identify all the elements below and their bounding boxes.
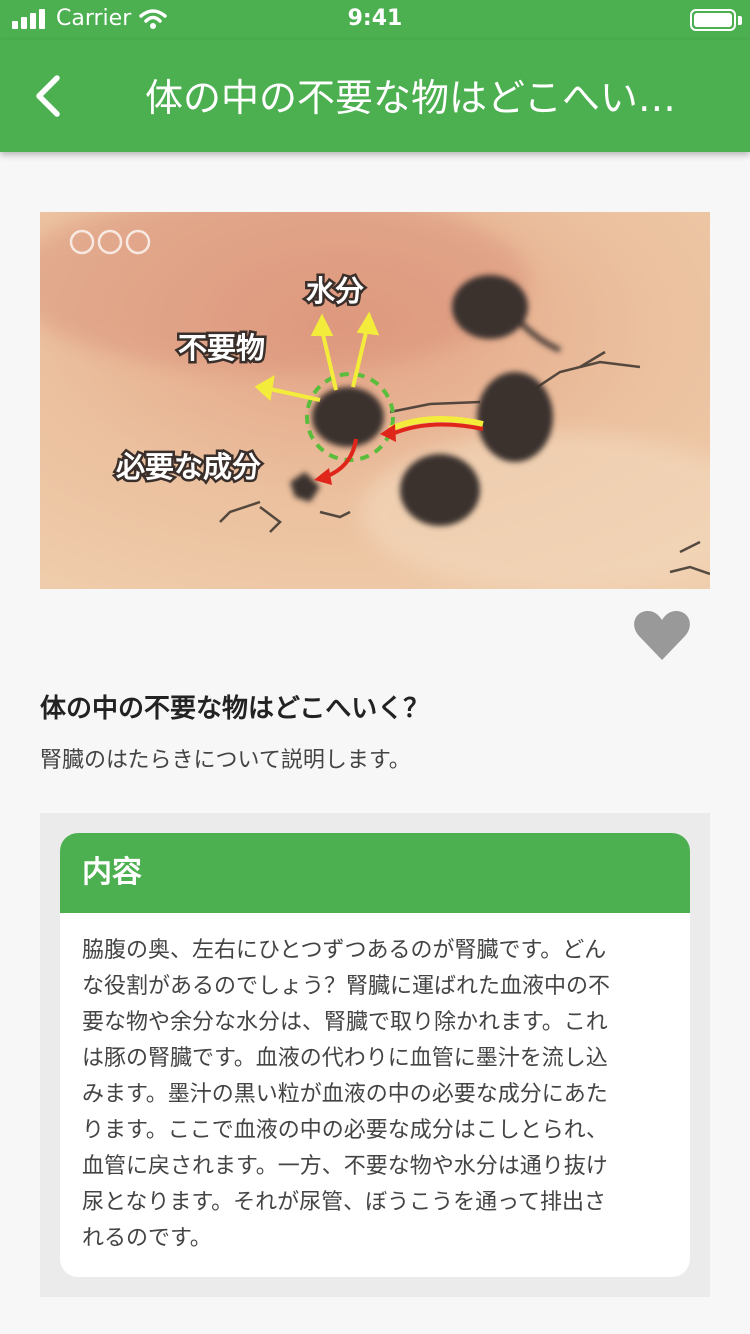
content-line: は豚の腎臓です。血液の代わりに血管に墨汁を流し込 bbox=[82, 1046, 608, 1071]
content-body: 脇腹の奥、左右にひとつずつあるのが腎臓です。どん な役割があるのでしょう？腎臓に… bbox=[60, 913, 690, 1257]
favorite-button[interactable] bbox=[632, 608, 692, 664]
content-panel: 内容 脇腹の奥、左右にひとつずつあるのが腎臓です。どん な役割があるのでしょう？… bbox=[40, 813, 710, 1297]
item-subtitle: 腎臓のはたらきについて説明します。 bbox=[40, 748, 411, 773]
content-line: 尿となります。それが尿管、ぼうこうを通って排出さ bbox=[82, 1190, 607, 1215]
heart-icon bbox=[634, 610, 690, 660]
status-bar: Carrier 9:41 bbox=[0, 0, 750, 40]
content-line: 要な物や余分な水分は、腎臓で取り除かれます。これ bbox=[82, 1010, 608, 1035]
nav-title: 体の中の不要な物はどこへい… bbox=[145, 76, 676, 120]
content-line: な役割があるのでしょう？腎臓に運ばれた血液中の不 bbox=[82, 974, 611, 999]
label-needed: 必要な成分 bbox=[116, 451, 261, 484]
label-water: 水分 bbox=[306, 275, 364, 308]
navigation-bar: 体の中の不要な物はどこへい… bbox=[0, 40, 750, 152]
content-line: れるのです。 bbox=[82, 1226, 212, 1251]
content-line: 血管に戻されます。一方、不要な物や水分は通り抜け bbox=[82, 1154, 608, 1179]
label-waste: 不要物 bbox=[178, 332, 265, 365]
item-title: 体の中の不要な物はどこへいく？ bbox=[40, 694, 430, 724]
chevron-left-icon bbox=[36, 75, 60, 117]
hero-image[interactable]: 水分 不要物 必要な成分 bbox=[40, 212, 710, 589]
content-line: ります。ここで血液の中の必要な成分はこしとられ、 bbox=[82, 1118, 609, 1143]
back-button[interactable] bbox=[24, 70, 72, 122]
kidney-illustration: 水分 不要物 必要な成分 bbox=[40, 212, 710, 589]
battery-icon bbox=[690, 9, 736, 31]
status-time: 9:41 bbox=[347, 6, 403, 31]
content-line: みます。墨汁の黒い粒が血液の中の必要な成分にあた bbox=[82, 1082, 608, 1107]
content-card: 内容 脇腹の奥、左右にひとつずつあるのが腎臓です。どん な役割があるのでしょう？… bbox=[60, 833, 690, 1277]
content-line: 脇腹の奥、左右にひとつずつあるのが腎臓です。どん bbox=[82, 938, 607, 963]
content-header: 内容 bbox=[60, 833, 690, 913]
battery-tip bbox=[738, 16, 742, 25]
